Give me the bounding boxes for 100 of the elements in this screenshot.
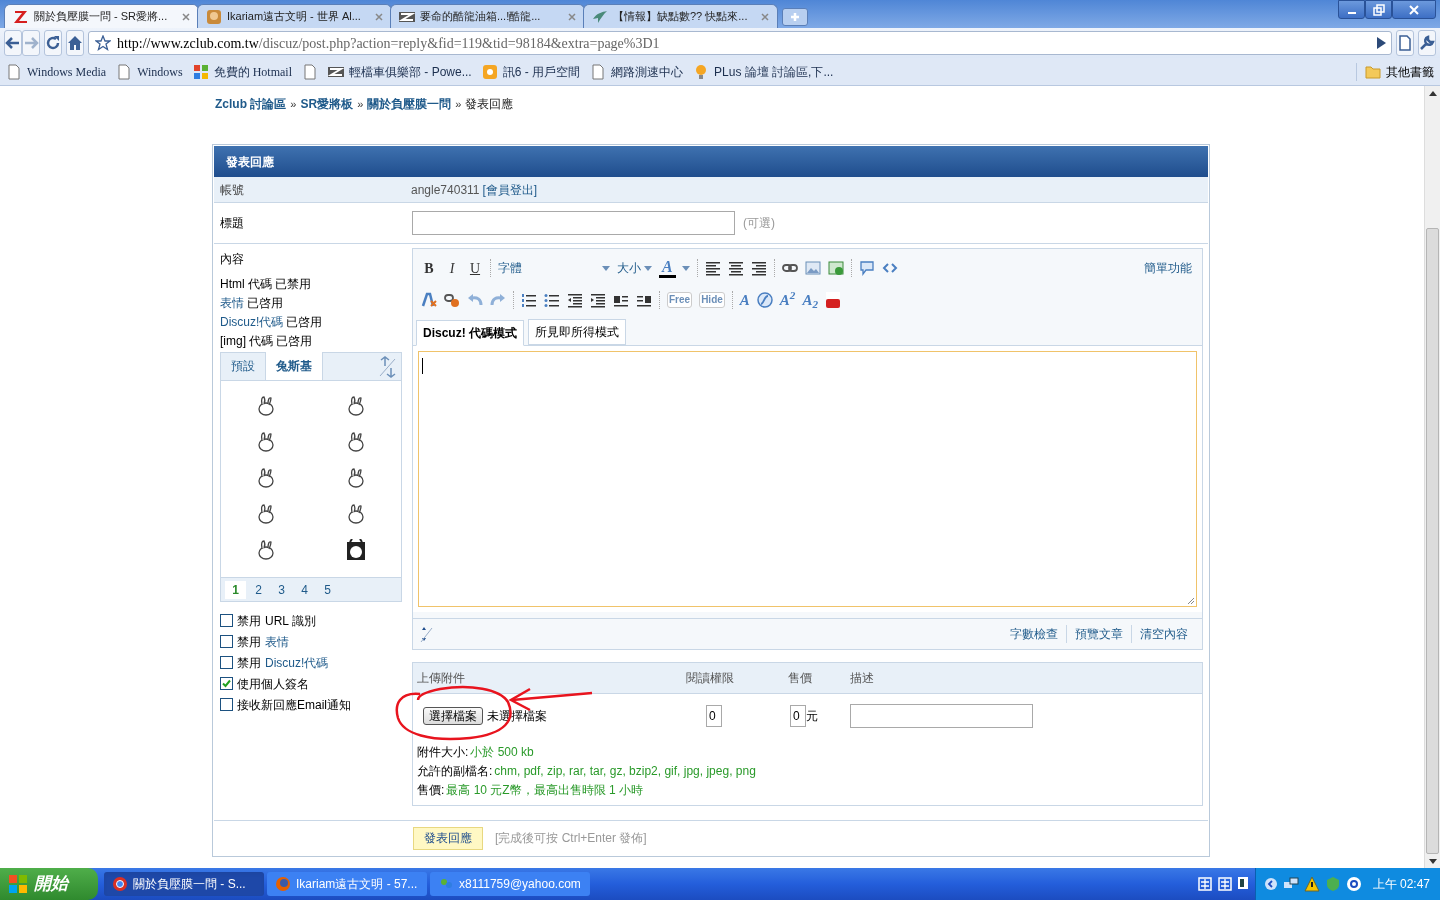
editor-action-link[interactable]: 預覽文章 <box>1066 625 1131 643</box>
description-field[interactable] <box>850 704 1033 728</box>
browser-tab[interactable]: Ikariam遠古文明 - 世界 Al... <box>197 4 392 28</box>
taskbar-button[interactable]: Ikariam遠古文明 - 57... <box>267 872 427 896</box>
page-link[interactable]: 5 <box>317 580 338 599</box>
image-icon[interactable] <box>804 260 821 276</box>
speech-bubble-icon[interactable] <box>858 260 875 276</box>
rule-link[interactable]: Discuz!代碼 <box>220 312 284 331</box>
breadcrumb-link[interactable]: Zclub 討論區 <box>215 95 287 113</box>
wrench-menu-button[interactable] <box>1418 30 1436 56</box>
subject-field[interactable] <box>412 211 735 235</box>
underline-button[interactable]: U <box>467 257 483 279</box>
numbered-list-icon[interactable] <box>521 292 537 308</box>
format-button[interactable]: A$_{2}$ <box>802 292 819 308</box>
media-icon[interactable] <box>827 260 844 276</box>
font-color-button[interactable]: A <box>659 258 690 278</box>
flash-icon[interactable] <box>756 292 773 308</box>
at-sign-icon[interactable] <box>1345 876 1362 892</box>
address-bar[interactable]: http://www.zclub.com.tw/discuz/post.php?action=reply&fid=119&tid=98184&extra=page%3D1 <box>88 31 1392 55</box>
align-right-icon[interactable] <box>750 260 767 276</box>
taskbar-button[interactable]: 關於負壓膜一問 - S... <box>104 872 264 896</box>
expand-tray-icon[interactable] <box>1263 877 1278 891</box>
bullet-list-icon[interactable] <box>544 292 560 308</box>
unlink-icon[interactable] <box>444 292 460 308</box>
go-icon[interactable] <box>1375 36 1387 50</box>
close-button[interactable] <box>1392 0 1436 19</box>
option-link[interactable]: Discuz!代碼 <box>265 653 329 672</box>
submit-button[interactable]: 發表回應 <box>413 826 483 850</box>
close-icon[interactable] <box>182 12 190 21</box>
format-button[interactable]: A <box>739 292 750 308</box>
outdent-icon[interactable] <box>567 292 583 308</box>
star-icon[interactable] <box>95 35 111 51</box>
bookmark-item[interactable]: Windows <box>116 62 183 81</box>
checkbox[interactable] <box>220 656 233 669</box>
page-link[interactable]: 2 <box>248 580 269 599</box>
indent-icon[interactable] <box>590 292 606 308</box>
avatar-icon <box>206 8 222 25</box>
bookmark-folder[interactable]: 其他書籤 <box>1356 62 1434 81</box>
bookmark-item[interactable]: 輕檔車俱樂部 - Powe... <box>328 62 472 81</box>
home-button[interactable] <box>66 30 84 56</box>
breadcrumb-link[interactable]: 關於負壓膜一問 <box>367 95 452 113</box>
taskbar-button[interactable]: x8111759@yahoo.com <box>430 872 590 896</box>
checkbox[interactable] <box>220 635 233 648</box>
font-dropdown[interactable]: 字體 <box>498 259 610 277</box>
mode-tab[interactable]: 所見即所得模式 <box>528 319 626 345</box>
smiley-tab[interactable]: 預設 <box>221 352 265 380</box>
back-button[interactable] <box>4 30 22 56</box>
page-menu-button[interactable] <box>1396 30 1414 56</box>
smiley-tab[interactable]: 兔斯基 <box>265 352 323 380</box>
editor-action-link[interactable]: 字數檢查 <box>1002 625 1066 643</box>
italic-button[interactable]: I <box>444 257 460 279</box>
input-method-icon[interactable] <box>1216 876 1233 892</box>
choose-file-button[interactable]: 選擇檔案 <box>423 707 483 725</box>
restore-button[interactable] <box>1365 0 1392 19</box>
permission-field[interactable]: 0 <box>706 705 722 727</box>
bookmark-item[interactable]: 網路測速中心 <box>590 62 684 81</box>
smiley-icon[interactable] <box>344 539 368 563</box>
browser-icon <box>275 876 291 892</box>
bookmark-item[interactable]: Windows Media <box>6 62 107 81</box>
bookmark-item[interactable]: 免費的 Hotmail <box>192 62 292 81</box>
checkbox[interactable] <box>220 614 233 627</box>
reload-button[interactable] <box>44 30 62 56</box>
breadcrumb-link[interactable]: SR愛將板 <box>300 95 354 113</box>
bold-button[interactable]: B <box>421 257 437 279</box>
mode-tab[interactable]: Discuz! 代碼模式 <box>416 320 524 346</box>
option-link[interactable]: 表情 <box>265 632 289 651</box>
expand-button[interactable] <box>377 355 397 378</box>
editor-action-link[interactable]: 清空內容 <box>1131 625 1196 643</box>
scroll-up-icon[interactable] <box>1428 90 1437 96</box>
minimize-button[interactable] <box>1338 0 1365 19</box>
new-tab-button[interactable] <box>782 8 808 26</box>
checkbox[interactable] <box>220 677 233 690</box>
bookmark-item[interactable]: 訊6 - 用戶空間 <box>481 62 581 81</box>
browser-tab[interactable]: 要命的酷龍油箱...!酷龍... <box>390 4 585 28</box>
keyboard-icon[interactable] <box>1236 876 1249 890</box>
warning-icon[interactable] <box>1303 876 1320 892</box>
rule-link[interactable]: 表情 <box>220 293 244 312</box>
scrollbar-thumb[interactable] <box>1426 228 1439 854</box>
align-center-icon[interactable] <box>727 260 744 276</box>
page-link[interactable]: 3 <box>271 580 292 599</box>
scrollbar[interactable] <box>1424 86 1440 868</box>
format-button[interactable]: A$^{2}$ <box>779 292 796 308</box>
browser-tab[interactable]: 【情報】缺點數?? 快點來... <box>583 4 778 28</box>
page-menu-icon <box>1397 35 1413 51</box>
price-field[interactable]: 0 <box>790 705 806 727</box>
currency-label: 元 <box>806 708 818 725</box>
bookmark-item[interactable]: PLus 論壇 討論區,下... <box>693 62 834 81</box>
clock: 上午 02:47 <box>1372 876 1430 893</box>
simple-mode-link[interactable]: 簡單功能 <box>1144 259 1194 277</box>
scroll-down-icon[interactable] <box>1428 858 1437 864</box>
page-link[interactable]: 1 <box>225 580 246 599</box>
clear-format-icon[interactable] <box>421 292 437 308</box>
checkbox[interactable] <box>220 698 233 711</box>
page-link[interactable]: 4 <box>294 580 315 599</box>
size-dropdown[interactable]: 大小 <box>617 259 652 277</box>
align-left-icon[interactable] <box>704 260 721 276</box>
input-method-icon[interactable] <box>1196 876 1213 892</box>
logout-link[interactable]: [會員登出] <box>482 180 538 199</box>
browser-tab[interactable]: 關於負壓膜一問 - SR愛將... <box>4 4 199 28</box>
video-icon[interactable] <box>825 292 842 308</box>
